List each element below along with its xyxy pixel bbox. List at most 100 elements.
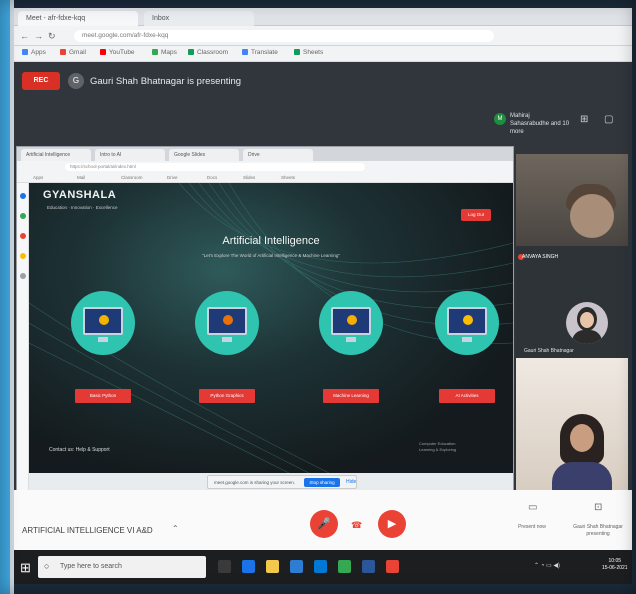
site-logo: GYANSHALA	[43, 189, 117, 201]
stop-sharing-button[interactable]: Stop sharing	[304, 478, 340, 487]
chevron-up-icon[interactable]: ⌃	[172, 524, 179, 533]
participant-body	[552, 462, 612, 490]
reload-icon[interactable]: ↻	[48, 31, 56, 42]
presenter-label[interactable]: Gauri Shah Bhatnagar presenting	[566, 524, 630, 538]
translate-icon	[242, 49, 248, 56]
participant-name: ANVAYA SINGH	[522, 254, 559, 260]
footer-note: Computer Education Learning & Exploring	[419, 441, 457, 452]
sheets-icon	[294, 49, 300, 56]
module-card: Basic Python	[69, 291, 139, 411]
owner-avatar: M	[494, 113, 506, 125]
shared-bookmark: Mail	[77, 175, 86, 180]
shared-tab: Drive	[243, 149, 313, 161]
screen-sharing-bar: meet.google.com is sharing your screen. …	[207, 475, 357, 489]
bookmark-item[interactable]: Sheets	[294, 49, 323, 56]
file-explorer-icon[interactable]	[266, 560, 279, 573]
hide-button[interactable]: Hide	[346, 479, 356, 485]
taskbar-search[interactable]: ○ Type here to search	[38, 556, 206, 578]
shared-bookmark: Drive	[167, 175, 178, 180]
participant-name: Gauri Shah Bhatnagar	[524, 348, 574, 354]
module-card: Machine Learning	[317, 291, 387, 411]
browser-tab[interactable]: Meet - afr-fdxe-kqq	[18, 11, 138, 26]
meet-control-bar: ARTIFICIAL INTELLIGENCE VI A&D ⌃ 🎤 ☎ ▶ ▭…	[14, 490, 632, 550]
meeting-title[interactable]: ARTIFICIAL INTELLIGENCE VI A&D	[22, 526, 153, 535]
monitor-stand	[462, 337, 472, 342]
shared-tab: Artificial Intelligence	[21, 149, 91, 161]
module-card: Python Graphics	[193, 291, 263, 411]
task-view-icon[interactable]	[218, 560, 231, 573]
shared-bookmark: Slides	[243, 175, 256, 180]
monitor-icon	[83, 307, 123, 335]
address-bar[interactable]: meet.google.com/afr-fdxe-kqq	[74, 30, 494, 42]
app-icon	[20, 253, 26, 259]
edge-icon[interactable]	[242, 560, 255, 573]
bookmarks-bar: Apps Gmail YouTube Maps Classroom Transl…	[14, 46, 632, 62]
chrome-icon[interactable]	[338, 560, 351, 573]
photo-frame: Meet - afr-fdxe-kqq Inbox ← → ↻ meet.goo…	[0, 0, 636, 594]
tray-icons[interactable]: ⌃ ◔ ▭ ◀)	[534, 562, 560, 569]
pin-icon[interactable]: ▢	[604, 114, 613, 125]
captions-icon[interactable]: ▭	[528, 502, 537, 513]
shared-bookmark: Apps	[33, 175, 44, 180]
present-icon[interactable]: ⊡	[594, 502, 602, 513]
monitor-icon	[447, 307, 487, 335]
monitor-stand	[222, 337, 232, 342]
meet-stage: REC G Gauri Shah Bhatnagar is presenting…	[14, 62, 632, 534]
clock[interactable]: 10:05 15-06-2021	[602, 558, 628, 572]
presenter-avatar: G	[68, 73, 84, 89]
windows-start-icon[interactable]: ⊞	[20, 560, 31, 576]
ai-web-page: GYANSHALA Education · Innovation · Excel…	[29, 183, 513, 473]
participant-tile[interactable]: ANVAYA SINGH Gauri Shah Bhatnagar	[516, 246, 628, 358]
monitor-icon	[331, 307, 371, 335]
app-icon	[20, 193, 26, 199]
store-icon[interactable]	[290, 560, 303, 573]
participant-tile[interactable]	[516, 154, 628, 246]
browser-tab-strip: Meet - afr-fdxe-kqq Inbox	[14, 8, 632, 26]
module-button: Machine Learning	[323, 389, 379, 403]
clock-date: 15-06-2021	[602, 565, 628, 571]
browser-address-row: ← → ↻ meet.google.com/afr-fdxe-kqq	[14, 26, 632, 46]
avatar-face	[580, 312, 594, 328]
presenting-status: Gauri Shah Bhatnagar is presenting	[90, 76, 242, 87]
forward-icon[interactable]: →	[34, 31, 43, 41]
bookmark-item[interactable]: Apps	[22, 49, 46, 56]
shared-bookmark: Classroom	[121, 175, 143, 180]
contact-link: Contact us: Help & Support	[49, 447, 110, 453]
bookmark-item[interactable]: YouTube	[100, 49, 135, 56]
shared-bookmarks: Apps Mail Classroom Drive Docs Slides Sh…	[17, 173, 513, 183]
bookmark-item[interactable]: Classroom	[188, 49, 228, 56]
bookmark-item[interactable]: Maps	[152, 49, 177, 56]
monitor-screen: Meet - afr-fdxe-kqq Inbox ← → ↻ meet.goo…	[14, 8, 632, 584]
camera-off-button[interactable]: ▶	[378, 510, 406, 538]
avatar	[566, 302, 608, 344]
participant-tile[interactable]	[516, 358, 628, 490]
app-icon	[20, 273, 26, 279]
mic-off-button[interactable]: 🎤	[310, 510, 338, 538]
search-placeholder: Type here to search	[60, 563, 122, 570]
mail-icon[interactable]	[314, 560, 327, 573]
monitor-stand	[98, 337, 108, 342]
module-button: Python Graphics	[199, 389, 255, 403]
shared-bookmark: Sheets	[281, 175, 296, 180]
hang-up-icon[interactable]: ☎	[351, 520, 362, 531]
apps-icon	[22, 49, 28, 56]
shared-side-strip	[17, 183, 29, 497]
shared-screen: Artificial Intelligence Intro to AI Goog…	[16, 146, 514, 497]
sharing-text: meet.google.com is sharing your screen.	[214, 480, 296, 485]
app-icon[interactable]	[386, 560, 399, 573]
word-icon[interactable]	[362, 560, 375, 573]
layout-icon[interactable]: ⊞	[580, 114, 588, 125]
bookmark-item[interactable]: Gmail	[60, 49, 86, 56]
module-card: AI Activities	[433, 291, 503, 411]
back-icon[interactable]: ←	[20, 31, 29, 41]
browser-tab[interactable]: Inbox	[144, 11, 254, 26]
gmail-icon	[60, 49, 66, 56]
monitor-icon	[207, 307, 247, 335]
maps-icon	[152, 49, 158, 56]
module-icon	[223, 315, 233, 325]
module-button: Basic Python	[75, 389, 131, 403]
module-icon	[99, 315, 109, 325]
present-now-label[interactable]: Present now	[504, 524, 560, 531]
app-icon	[20, 233, 26, 239]
bookmark-item[interactable]: Translate	[242, 49, 278, 56]
